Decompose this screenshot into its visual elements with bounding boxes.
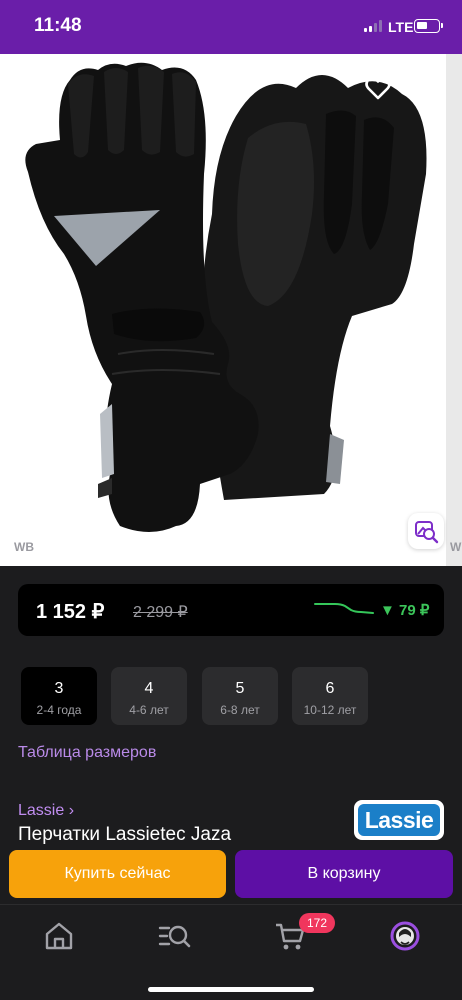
size-age: 4-6 лет [129, 703, 169, 717]
size-number: 4 [144, 680, 154, 697]
status-bar: 11:48 LTE [0, 0, 462, 54]
product-gallery[interactable]: WB WB [0, 54, 462, 566]
price-history-sparkline [314, 603, 374, 614]
size-age: 2-4 года [36, 703, 82, 717]
brand-link[interactable]: Lassie › [18, 802, 74, 820]
visual-search-button[interactable] [408, 513, 444, 549]
tab-catalog[interactable] [157, 919, 191, 953]
next-image-watermark: WB [450, 540, 462, 554]
network-label: LTE [388, 19, 414, 35]
bottom-tab-bar: 172 [0, 904, 462, 1000]
size-number: 5 [235, 680, 245, 697]
image-search-icon [415, 521, 439, 544]
size-option[interactable]: 4 4-6 лет [111, 667, 187, 725]
size-option[interactable]: 6 10-12 лет [292, 667, 368, 725]
home-indicator [148, 987, 314, 992]
image-watermark: WB [14, 540, 34, 554]
brand-logo-text: Lassie [358, 804, 440, 836]
size-number: 3 [54, 680, 64, 697]
next-photo-peek[interactable] [446, 54, 462, 566]
size-option[interactable]: 3 2-4 года [21, 667, 97, 725]
action-bar: Купить сейчас В корзину [0, 846, 462, 904]
add-to-cart-button[interactable]: В корзину [235, 850, 453, 898]
size-number: 6 [325, 680, 335, 697]
tab-profile[interactable] [388, 919, 422, 953]
catalog-search-icon [158, 925, 191, 948]
cart-badge: 172 [299, 913, 335, 933]
buy-now-button[interactable]: Купить сейчас [9, 850, 226, 898]
current-price: 1 152 ₽ [36, 601, 105, 623]
old-price: 2 299 ₽ [133, 604, 188, 621]
product-photo [0, 54, 446, 566]
size-table-link[interactable]: Таблица размеров [18, 744, 156, 762]
signal-icon [364, 20, 382, 32]
heart-icon[interactable] [364, 74, 392, 102]
share-icon[interactable] [420, 72, 448, 102]
gloves-image [25, 62, 427, 533]
battery-icon [414, 19, 443, 33]
home-icon [45, 922, 73, 950]
price-drop: ▼ 79 ₽ [380, 602, 430, 619]
product-screen: 11:48 LTE WB W 1 152 ₽ 2 299 ₽ ▼ 79 ₽ 3 … [0, 0, 462, 1000]
size-age: 10-12 лет [303, 703, 357, 717]
back-icon[interactable] [16, 74, 42, 104]
size-option[interactable]: 5 6-8 лет [202, 667, 278, 725]
avatar [390, 921, 420, 951]
product-title: Перчатки Lassietec Jaza [18, 824, 232, 845]
brand-logo[interactable]: Lassie [354, 800, 444, 840]
tab-home[interactable] [42, 919, 76, 953]
status-time: 11:48 [34, 15, 82, 36]
price-card[interactable]: 1 152 ₽ 2 299 ₽ ▼ 79 ₽ [18, 584, 444, 636]
size-age: 6-8 лет [220, 703, 260, 717]
